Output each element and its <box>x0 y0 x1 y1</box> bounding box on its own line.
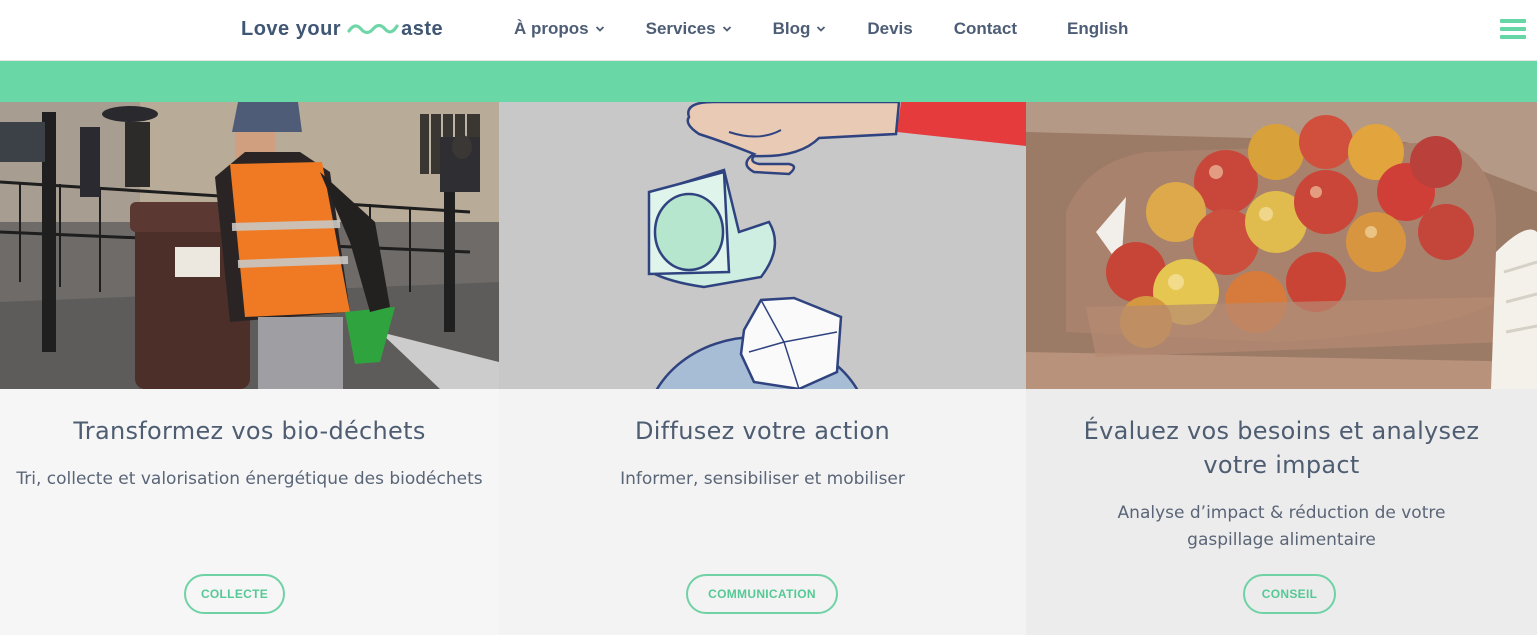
card-body: Transformez vos bio-déchets Tri, collect… <box>0 389 499 635</box>
main-menu: À propos Services Blog Devis Contact Eng… <box>514 17 1128 41</box>
card-title: Évaluez vos besoins et analysez votre im… <box>1083 417 1480 479</box>
collecte-button[interactable]: COLLECTE <box>184 574 285 614</box>
wave-logo-icon <box>347 23 399 35</box>
card-body: Évaluez vos besoins et analysez votre im… <box>1026 389 1537 635</box>
service-card-conseil: Évaluez vos besoins et analysez votre im… <box>1026 102 1537 635</box>
logo[interactable]: Love your aste <box>241 16 443 42</box>
chevron-down-icon <box>817 26 826 32</box>
conseil-button[interactable]: CONSEIL <box>1243 574 1336 614</box>
menu-item-devis[interactable]: Devis <box>867 17 912 41</box>
card-description: Tri, collecte et valorisation énergétiqu… <box>16 469 483 489</box>
card-image-conseil <box>1026 102 1537 389</box>
chevron-down-icon <box>722 26 731 32</box>
apples-crate-photo <box>1026 102 1537 389</box>
menu-item-blog[interactable]: Blog <box>773 17 827 41</box>
menu-item-english[interactable]: English <box>1067 17 1128 41</box>
waste-illustration <box>499 102 1026 389</box>
hamburger-menu-icon[interactable] <box>1500 19 1526 41</box>
menu-item-services[interactable]: Services <box>646 17 732 41</box>
service-card-collecte: Transformez vos bio-déchets Tri, collect… <box>0 102 499 635</box>
service-card-communication: Diffusez votre action Informer, sensibil… <box>499 102 1026 635</box>
communication-button[interactable]: COMMUNICATION <box>686 574 838 614</box>
menu-item-a-propos[interactable]: À propos <box>514 17 605 41</box>
menu-item-contact[interactable]: Contact <box>954 17 1017 41</box>
card-title: Diffusez votre action <box>635 417 890 445</box>
card-title: Transformez vos bio-déchets <box>73 417 426 445</box>
card-description: Analyse d’impact & réduction de votre ga… <box>1117 503 1446 550</box>
accent-band <box>0 61 1537 102</box>
card-image-collecte <box>0 102 499 389</box>
logo-text-left: Love your <box>241 17 342 40</box>
card-body: Diffusez votre action Informer, sensibil… <box>499 389 1026 635</box>
top-nav: Love your aste À propos Services Blog De… <box>0 0 1537 61</box>
card-image-communication <box>499 102 1026 389</box>
worker-bin-photo <box>0 102 499 389</box>
logo-text-right: aste <box>401 17 444 40</box>
card-description: Informer, sensibiliser et mobiliser <box>620 469 905 489</box>
chevron-down-icon <box>595 26 604 32</box>
